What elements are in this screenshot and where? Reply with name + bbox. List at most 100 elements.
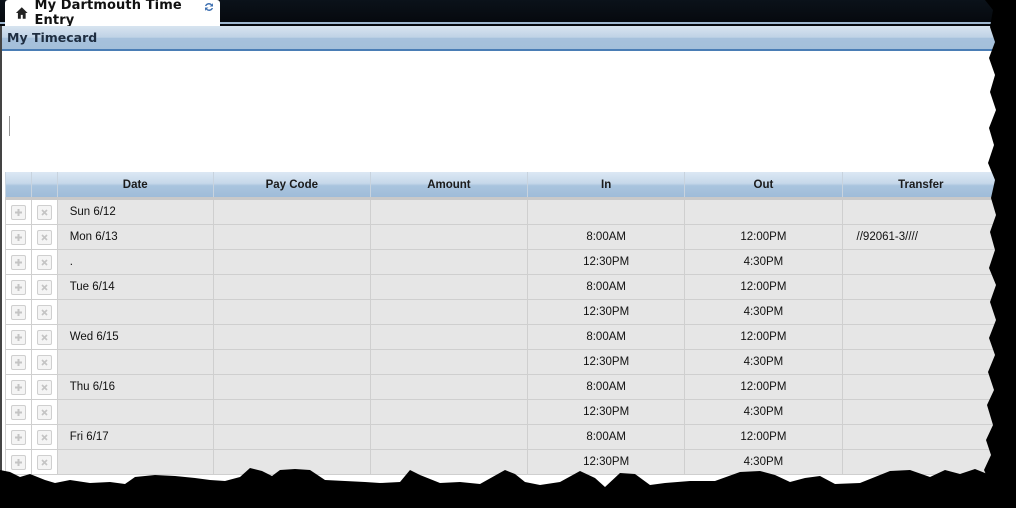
amount-cell[interactable] bbox=[369, 374, 529, 400]
transfer-cell[interactable] bbox=[841, 374, 1001, 400]
amount-cell[interactable] bbox=[369, 224, 529, 250]
pay-code-cell[interactable] bbox=[212, 249, 371, 275]
in-time-cell[interactable]: 8:00AM bbox=[527, 274, 686, 300]
add-row-button[interactable] bbox=[10, 454, 26, 470]
transfer-cell[interactable]: //92061-3//// bbox=[841, 224, 1001, 250]
date-cell[interactable] bbox=[56, 349, 214, 375]
out-time-cell[interactable]: 4:30PM bbox=[684, 349, 843, 375]
transfer-cell[interactable] bbox=[841, 349, 1001, 375]
pay-code-cell[interactable] bbox=[212, 274, 371, 300]
date-cell[interactable] bbox=[56, 449, 214, 475]
delete-row-button[interactable] bbox=[36, 429, 52, 445]
amount-cell[interactable] bbox=[369, 324, 529, 350]
pay-code-cell[interactable] bbox=[212, 374, 371, 400]
pay-code-cell[interactable] bbox=[212, 299, 371, 325]
out-time-cell[interactable] bbox=[684, 198, 843, 225]
pay-code-cell[interactable] bbox=[212, 399, 371, 425]
amount-cell[interactable] bbox=[369, 198, 529, 225]
transfer-cell[interactable] bbox=[841, 299, 1001, 325]
delete-row-button[interactable] bbox=[36, 354, 52, 370]
transfer-cell[interactable] bbox=[841, 198, 1001, 225]
amount-cell[interactable] bbox=[369, 449, 529, 475]
in-time-cell[interactable]: 12:30PM bbox=[527, 249, 686, 275]
out-time-cell[interactable]: 4:30PM bbox=[684, 249, 843, 275]
tab-my-dartmouth-time-entry[interactable]: My Dartmouth Time Entry bbox=[5, 0, 220, 28]
amount-cell[interactable] bbox=[369, 249, 529, 275]
in-time-cell[interactable]: 8:00AM bbox=[527, 424, 686, 450]
transfer-cell[interactable] bbox=[841, 324, 1001, 350]
add-row-button[interactable] bbox=[10, 304, 26, 320]
pay-code-cell[interactable] bbox=[212, 198, 371, 225]
in-time-cell[interactable]: 8:00AM bbox=[527, 324, 686, 350]
in-time-cell[interactable]: 12:30PM bbox=[527, 399, 686, 425]
add-row-button[interactable] bbox=[10, 329, 26, 345]
x-icon bbox=[41, 433, 48, 441]
transfer-cell[interactable] bbox=[841, 249, 1001, 275]
amount-cell[interactable] bbox=[369, 274, 529, 300]
pay-code-cell[interactable] bbox=[212, 349, 371, 375]
delete-row-button[interactable] bbox=[36, 404, 52, 420]
out-time-cell[interactable]: 12:00PM bbox=[684, 274, 843, 300]
refresh-icon[interactable] bbox=[204, 2, 214, 12]
add-row-button[interactable] bbox=[10, 379, 26, 395]
transfer-cell[interactable] bbox=[841, 399, 1001, 425]
in-time-cell[interactable] bbox=[527, 198, 686, 225]
pay-code-cell[interactable] bbox=[212, 424, 371, 450]
date-cell[interactable]: Thu 6/16 bbox=[56, 374, 214, 400]
out-time-cell[interactable]: 12:00PM bbox=[684, 324, 843, 350]
delete-row-cell bbox=[30, 198, 58, 225]
delete-row-button[interactable] bbox=[36, 229, 52, 245]
amount-cell[interactable] bbox=[369, 299, 529, 325]
add-row-button[interactable] bbox=[10, 229, 26, 245]
date-cell[interactable]: Tue 6/14 bbox=[56, 274, 214, 300]
x-icon bbox=[41, 458, 48, 466]
out-time-cell[interactable]: 12:00PM bbox=[684, 224, 843, 250]
amount-cell[interactable] bbox=[369, 399, 529, 425]
column-header-date[interactable]: Date bbox=[56, 172, 214, 200]
add-row-button[interactable] bbox=[10, 404, 26, 420]
in-time-cell[interactable]: 12:30PM bbox=[527, 449, 686, 475]
out-time-cell[interactable]: 12:00PM bbox=[684, 374, 843, 400]
out-time-cell[interactable]: 4:30PM bbox=[684, 399, 843, 425]
add-row-button[interactable] bbox=[10, 429, 26, 445]
date-cell[interactable]: Wed 6/15 bbox=[56, 324, 214, 350]
date-cell[interactable] bbox=[56, 399, 214, 425]
out-time-cell[interactable]: 4:30PM bbox=[684, 449, 843, 475]
delete-row-button[interactable] bbox=[36, 254, 52, 270]
add-row-button[interactable] bbox=[10, 204, 26, 220]
delete-row-button[interactable] bbox=[36, 329, 52, 345]
transfer-cell[interactable] bbox=[841, 449, 1001, 475]
delete-row-button[interactable] bbox=[36, 454, 52, 470]
date-cell[interactable]: Mon 6/13 bbox=[56, 224, 214, 250]
delete-row-button[interactable] bbox=[36, 279, 52, 295]
delete-row-button[interactable] bbox=[36, 379, 52, 395]
column-header-transfer[interactable]: Transfer bbox=[841, 172, 1001, 200]
pay-code-cell[interactable] bbox=[212, 224, 371, 250]
pay-code-cell[interactable] bbox=[212, 324, 371, 350]
amount-cell[interactable] bbox=[369, 424, 529, 450]
date-cell[interactable] bbox=[56, 299, 214, 325]
out-time-cell[interactable]: 12:00PM bbox=[684, 424, 843, 450]
add-row-button[interactable] bbox=[10, 254, 26, 270]
date-cell[interactable]: Fri 6/17 bbox=[56, 424, 214, 450]
plus-icon bbox=[14, 458, 22, 466]
column-header-out[interactable]: Out bbox=[684, 172, 843, 200]
pay-code-cell[interactable] bbox=[212, 449, 371, 475]
add-row-button[interactable] bbox=[10, 279, 26, 295]
transfer-cell[interactable] bbox=[841, 274, 1001, 300]
in-time-cell[interactable]: 12:30PM bbox=[527, 349, 686, 375]
add-row-button[interactable] bbox=[10, 354, 26, 370]
column-header-in[interactable]: In bbox=[527, 172, 686, 200]
date-cell[interactable]: Sun 6/12 bbox=[56, 198, 214, 225]
amount-cell[interactable] bbox=[369, 349, 529, 375]
in-time-cell[interactable]: 8:00AM bbox=[527, 224, 686, 250]
in-time-cell[interactable]: 8:00AM bbox=[527, 374, 686, 400]
date-cell[interactable]: . bbox=[56, 249, 214, 275]
in-time-cell[interactable]: 12:30PM bbox=[527, 299, 686, 325]
column-header-pay-code[interactable]: Pay Code bbox=[212, 172, 371, 200]
transfer-cell[interactable] bbox=[841, 424, 1001, 450]
out-time-cell[interactable]: 4:30PM bbox=[684, 299, 843, 325]
column-header-amount[interactable]: Amount bbox=[369, 172, 529, 200]
delete-row-button[interactable] bbox=[36, 304, 52, 320]
delete-row-button[interactable] bbox=[36, 204, 52, 220]
